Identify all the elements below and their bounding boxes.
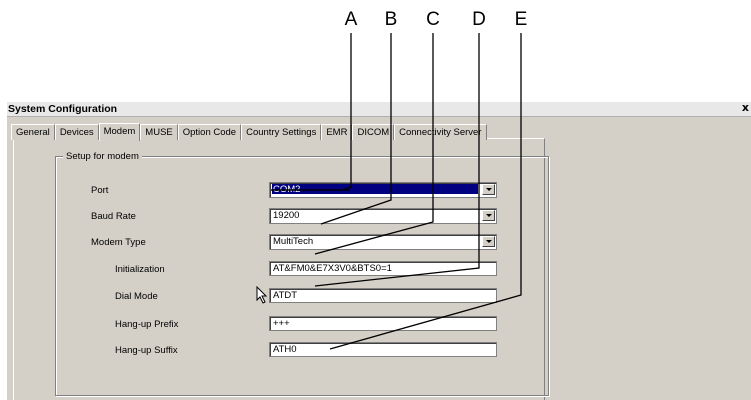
tab-dicom[interactable]: DICOM <box>352 124 395 140</box>
tab-country-settings[interactable]: Country Settings <box>241 124 322 140</box>
close-icon[interactable]: x <box>742 102 749 114</box>
callout-label-d: D <box>472 9 486 30</box>
baud-rate-value: 19200 <box>273 210 300 221</box>
baud-rate-label: Baud Rate <box>91 211 136 222</box>
callout-label-e: E <box>514 9 528 30</box>
system-configuration-window: System Configuration x General Devices Mod… <box>7 102 751 400</box>
hangup-suffix-label: Hang-up Suffix <box>115 345 178 356</box>
callout-label-b: B <box>384 9 398 30</box>
tab-option-code[interactable]: Option Code <box>177 124 242 140</box>
hangup-prefix-label: Hang-up Prefix <box>115 319 179 330</box>
group-title: Setup for modem <box>63 151 142 162</box>
window-title: System Configuration <box>8 103 118 115</box>
modem-type-label: Modem Type <box>91 237 146 248</box>
baud-rate-dropdown-button[interactable] <box>482 210 495 221</box>
mouse-pointer-icon <box>256 286 268 304</box>
dial-mode-field[interactable]: ATDT <box>269 288 497 303</box>
hangup-suffix-value: ATH0 <box>273 344 297 355</box>
tab-connectivity-server[interactable]: Connectivity Server <box>394 124 487 140</box>
tab-modem[interactable]: Modem <box>98 123 141 141</box>
chevron-down-icon <box>486 240 492 243</box>
tab-devices[interactable]: Devices <box>54 124 99 140</box>
callout-label-c: C <box>426 9 440 30</box>
tab-strip: General Devices Modem MUSE Option Code Countr… <box>11 122 487 141</box>
initialization-field[interactable]: AT&FM0&E7X3V0&BTS0=1 <box>269 261 497 276</box>
tab-emr[interactable]: EMR <box>321 124 353 140</box>
hangup-prefix-field[interactable]: +++ <box>269 316 497 331</box>
modem-type-select[interactable]: MultiTech <box>269 234 497 250</box>
port-dropdown-button[interactable] <box>482 184 495 195</box>
port-value: COM2 <box>272 184 478 195</box>
title-bar: System Configuration x <box>7 102 751 117</box>
callout-label-a: A <box>344 9 358 30</box>
hangup-suffix-field[interactable]: ATH0 <box>269 342 497 357</box>
chevron-down-icon <box>486 188 492 191</box>
port-select[interactable]: COM2 <box>269 182 497 198</box>
dial-mode-label: Dial Mode <box>115 291 158 302</box>
tab-muse[interactable]: MUSE <box>140 124 178 140</box>
dial-mode-value: ATDT <box>273 290 298 301</box>
modem-type-dropdown-button[interactable] <box>482 236 495 247</box>
baud-rate-select[interactable]: 19200 <box>269 208 497 224</box>
modem-type-value: MultiTech <box>273 236 314 247</box>
chevron-down-icon <box>486 214 492 217</box>
hangup-prefix-value: +++ <box>273 318 290 329</box>
port-label: Port <box>91 185 109 196</box>
initialization-label: Initialization <box>115 264 165 275</box>
tab-general[interactable]: General <box>11 124 55 140</box>
initialization-value: AT&FM0&E7X3V0&BTS0=1 <box>273 263 392 274</box>
